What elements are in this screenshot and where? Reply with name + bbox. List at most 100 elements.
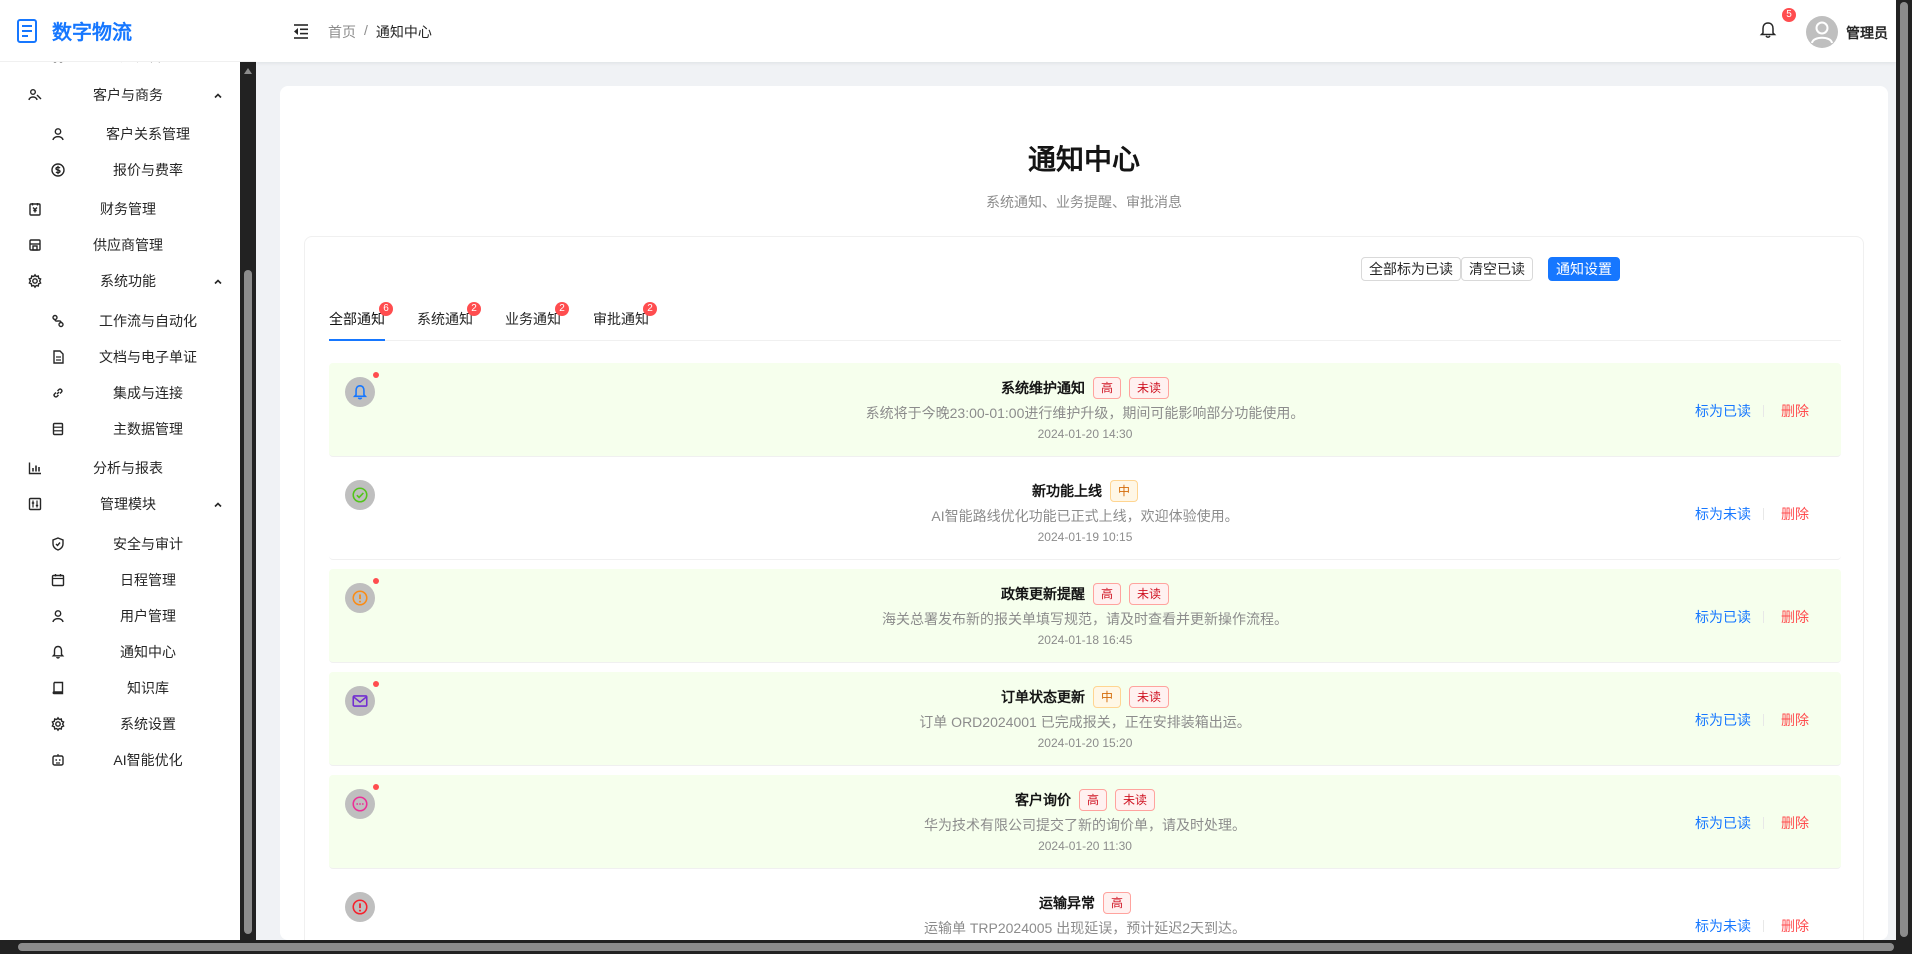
priority-tag: 高 (1078, 789, 1107, 811)
account-book-icon (27, 201, 43, 217)
calendar-icon (50, 572, 66, 588)
notification-content: 运输单 TRP2024005 出现延误，预计延迟2天到达。 (923, 920, 1247, 936)
delete-link[interactable]: 删除 (1781, 607, 1809, 627)
priority-tag: 中 (1092, 686, 1121, 708)
toggle-read-link[interactable]: 标为已读 (1695, 710, 1751, 730)
tab-label: 系统通知 (417, 311, 473, 327)
notification-settings-button[interactable]: 通知设置 (1548, 257, 1620, 281)
tab-approval[interactable]: 审批通知 2 (593, 302, 657, 329)
unread-tag: 未读 (1129, 583, 1170, 605)
notification-count-badge: 5 (1782, 8, 1796, 22)
delete-link[interactable]: 删除 (1781, 813, 1809, 833)
bell-icon[interactable] (1758, 20, 1778, 40)
action-divider (1763, 405, 1764, 417)
toggle-read-link[interactable]: 标为未读 (1695, 504, 1751, 524)
notification-header: 系统维护通知高未读 (329, 377, 1841, 399)
list-item[interactable]: 客户询价高未读 华为技术有限公司提交了新的询价单，请及时处理。 2024-01-20… (329, 775, 1841, 869)
breadcrumb-home[interactable]: 首页 (328, 22, 356, 42)
sidebar-item-label: 管理模块 (100, 496, 156, 512)
notification-title: 运输异常 (1038, 895, 1095, 911)
tab-badge: 2 (555, 302, 569, 316)
window-horizontal-scroll-thumb[interactable] (18, 943, 1894, 951)
priority-tag: 高 (1102, 892, 1131, 914)
notification-panel: 全部标为已读 清空已读 通知设置 全部通知 6 系统通知 2 业务通知 2 审批… (304, 236, 1864, 940)
window-vertical-scroll-thumb[interactable] (1900, 2, 1908, 937)
user-name[interactable]: 管理员 (1846, 23, 1888, 43)
list-item[interactable]: 新功能上线中 AI智能路线优化功能已正式上线，欢迎体验使用。 2024-01-19 … (329, 466, 1841, 560)
notification-title: 订单状态更新 (1000, 689, 1085, 705)
avatar[interactable] (1806, 16, 1838, 48)
action-divider (1763, 714, 1764, 726)
tab-badge: 2 (467, 302, 481, 316)
notification-title: 客户询价 (1014, 792, 1071, 808)
notification-content: 海关总署发布新的报关单填写规范，请及时查看并更新操作流程。 (882, 611, 1288, 627)
breadcrumb-separator: / (364, 22, 368, 38)
tab-business[interactable]: 业务通知 2 (505, 302, 569, 329)
sidebar-item-handshake[interactable]: 客户与商务 (0, 73, 240, 117)
window-vertical-scrollbar[interactable] (1896, 0, 1912, 940)
unread-tag: 未读 (1129, 686, 1170, 708)
clear-read-button[interactable]: 清空已读 (1461, 257, 1533, 281)
tab-label: 业务通知 (505, 311, 561, 327)
list-item[interactable]: 订单状态更新中未读 订单 ORD2024001 已完成报关，正在安排装箱出运。 20… (329, 672, 1841, 766)
notification-header: 订单状态更新中未读 (329, 686, 1841, 708)
document-logo-icon (17, 18, 37, 43)
sidebar-item-label: 日程管理 (120, 572, 176, 588)
toggle-read-link[interactable]: 标为已读 (1695, 607, 1751, 627)
sidebar-menu: 运输管理客户与商务客户关系管理报价与费率财务管理供应商管理系统功能工作流与自动化… (0, 50, 240, 940)
workflow-icon (50, 313, 66, 329)
sidebar-item-robot[interactable]: AI智能优化 (0, 738, 240, 782)
tab-badge: 6 (379, 302, 393, 316)
delete-link[interactable]: 删除 (1781, 401, 1809, 421)
handshake-icon (27, 87, 43, 103)
unread-tag: 未读 (1115, 789, 1156, 811)
chevron-up-icon (212, 275, 224, 287)
priority-tag: 高 (1092, 377, 1121, 399)
sidebar-item-label: 客户与商务 (93, 87, 163, 103)
toggle-read-link[interactable]: 标为已读 (1695, 813, 1751, 833)
notification-time: 2024-01-20 14:30 (1037, 427, 1133, 441)
priority-tag: 高 (1092, 583, 1121, 605)
tab-all[interactable]: 全部通知 6 (329, 302, 393, 329)
tab-system[interactable]: 系统通知 2 (417, 302, 481, 329)
sidebar-item-label: 系统功能 (100, 273, 156, 289)
list-item[interactable]: 运输异常高运输单 TRP2024005 出现延误，预计延迟2天到达。 标为未读 删除 (329, 878, 1841, 940)
notification-content: 华为技术有限公司提交了新的询价单，请及时处理。 (924, 817, 1246, 833)
breadcrumb-current: 通知中心 (375, 24, 432, 40)
sidebar-item-database[interactable]: 主数据管理 (0, 407, 240, 451)
scroll-up-arrow[interactable] (244, 68, 252, 74)
menu-fold-icon[interactable] (292, 22, 310, 40)
toggle-read-link[interactable]: 标为已读 (1695, 401, 1751, 421)
app-logo[interactable]: 数字物流 (0, 0, 256, 62)
sidebar-item-label: 主数据管理 (113, 421, 183, 437)
sidebar-item-label: AI智能优化 (113, 752, 183, 768)
list-item[interactable]: 政策更新提醒高未读 海关总署发布新的报关单填写规范，请及时查看并更新操作流程。 20… (329, 569, 1841, 663)
shop-icon (27, 237, 43, 253)
control-icon (27, 496, 43, 512)
scroll-down-arrow[interactable] (244, 928, 252, 934)
shield-icon (50, 536, 66, 552)
unread-tag: 未读 (1129, 377, 1170, 399)
file-icon (50, 349, 66, 365)
top-header: 首页 / 通知中心 5 管理员 (256, 0, 1896, 62)
sidebar-item-gear[interactable]: 系统功能 (0, 259, 240, 303)
bell-icon (50, 644, 66, 660)
delete-link[interactable]: 删除 (1781, 916, 1809, 936)
notification-header: 运输异常高 (329, 892, 1841, 914)
delete-link[interactable]: 删除 (1781, 504, 1809, 524)
delete-link[interactable]: 删除 (1781, 710, 1809, 730)
breadcrumb: 首页 / 通知中心 (328, 22, 432, 42)
user-icon (50, 126, 66, 142)
mark-all-read-button[interactable]: 全部标为已读 (1361, 257, 1461, 281)
toggle-read-link[interactable]: 标为未读 (1695, 916, 1751, 936)
sidebar-item-label: 系统设置 (120, 716, 176, 732)
list-item[interactable]: 系统维护通知高未读系统将于今晚23:00-01:00进行维护升级，期间可能影响部… (329, 363, 1841, 457)
sidebar-scroll-thumb[interactable] (244, 270, 252, 934)
sidebar-scrollbar[interactable] (240, 62, 256, 940)
window-horizontal-scrollbar[interactable] (0, 940, 1912, 954)
page-subtitle: 系统通知、业务提醒、审批消息 (986, 194, 1182, 210)
sidebar-item-dollar-circle[interactable]: 报价与费率 (0, 148, 240, 192)
sidebar: 数字物流 运输管理客户与商务客户关系管理报价与费率财务管理供应商管理系统功能工作… (0, 0, 256, 940)
notification-content: 系统将于今晚23:00-01:00进行维护升级，期间可能影响部分功能使用。 (865, 405, 1305, 421)
sidebar-item-control[interactable]: 管理模块 (0, 482, 240, 526)
